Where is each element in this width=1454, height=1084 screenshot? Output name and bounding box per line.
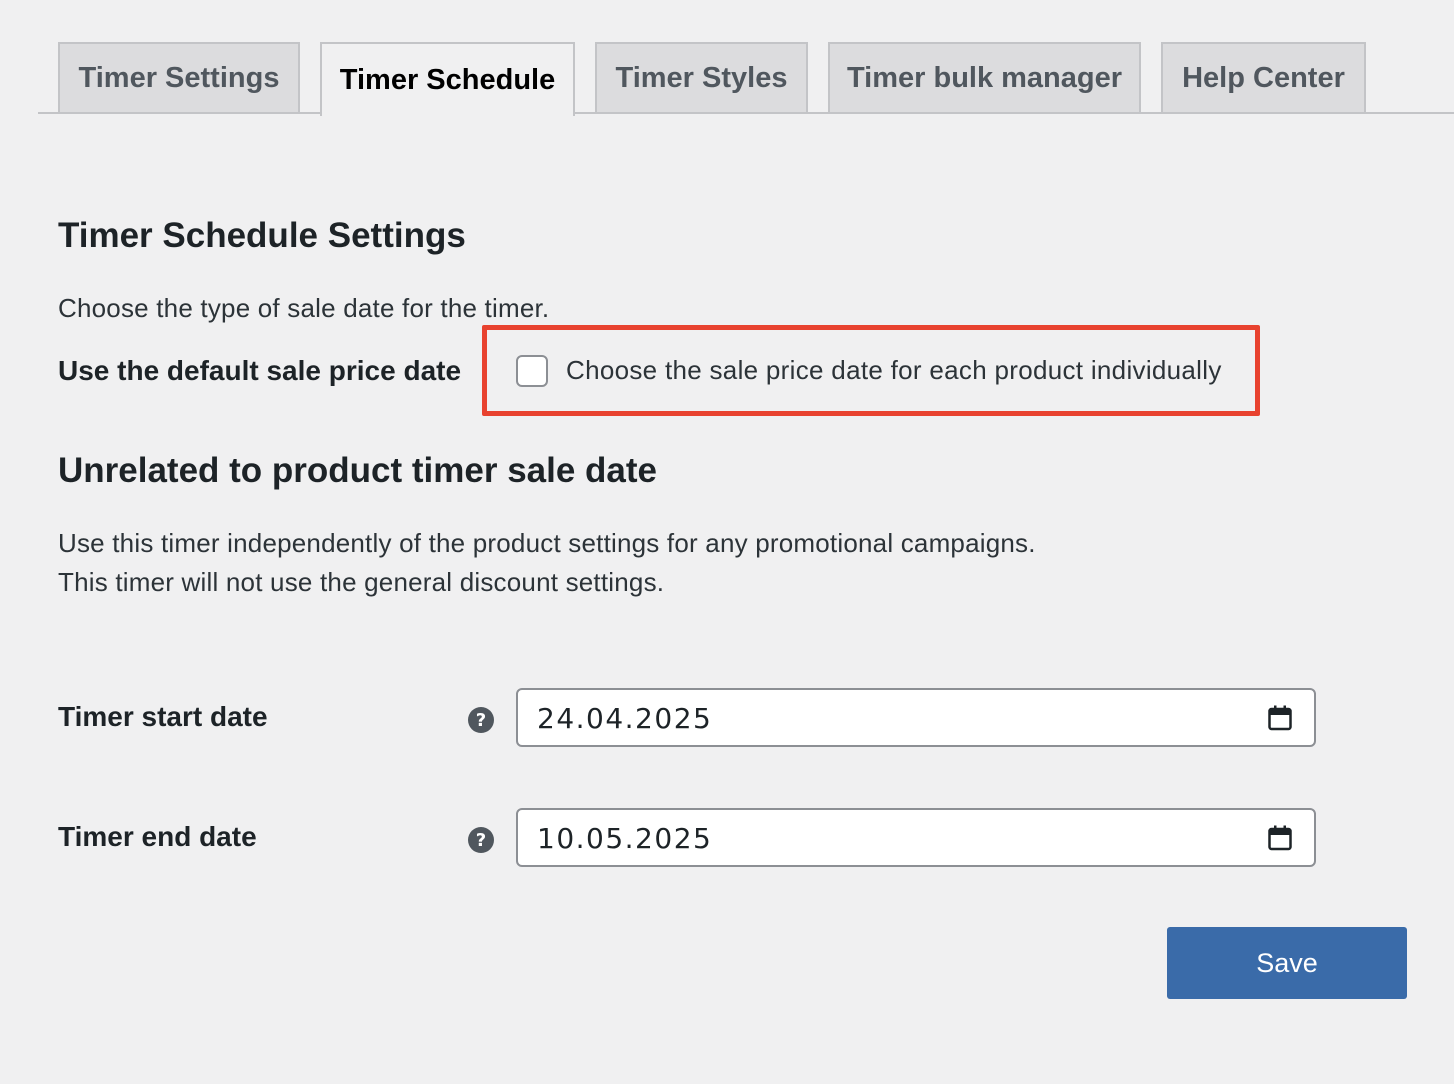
tab-timer-bulk-manager[interactable]: Timer bulk manager <box>828 42 1141 112</box>
tab-timer-styles[interactable]: Timer Styles <box>595 42 808 112</box>
schedule-description: Choose the type of sale date for the tim… <box>58 293 550 323</box>
schedule-settings-title: Timer Schedule Settings <box>58 216 466 255</box>
tab-timer-schedule[interactable]: Timer Schedule <box>320 42 575 116</box>
timer-start-date-label: Timer start date <box>58 701 268 732</box>
individual-sale-date-checkbox[interactable] <box>516 355 548 387</box>
timer-start-date-value: 24.04.2025 <box>537 702 713 735</box>
question-circle-icon[interactable]: ? <box>468 707 494 733</box>
calendar-icon[interactable] <box>1268 705 1292 731</box>
timer-end-date-label: Timer end date <box>58 821 257 852</box>
question-circle-icon[interactable]: ? <box>468 827 494 853</box>
unrelated-section-title: Unrelated to product timer sale date <box>58 451 658 490</box>
tab-help-center[interactable]: Help Center <box>1161 42 1366 112</box>
timer-start-date-input[interactable]: 24.04.2025 <box>516 688 1316 747</box>
timer-end-date-value: 10.05.2025 <box>537 822 713 855</box>
tab-timer-settings[interactable]: Timer Settings <box>58 42 300 112</box>
individual-sale-date-label[interactable]: Choose the sale price date for each prod… <box>566 355 1222 386</box>
timer-end-date-input[interactable]: 10.05.2025 <box>516 808 1316 867</box>
unrelated-description-line2: This timer will not use the general disc… <box>58 567 665 597</box>
default-sale-date-label: Use the default sale price date <box>58 355 462 386</box>
calendar-icon[interactable] <box>1268 825 1292 851</box>
tab-bar-divider <box>38 112 1454 114</box>
unrelated-description-line1: Use this timer independently of the prod… <box>58 528 1036 558</box>
save-button[interactable]: Save <box>1167 927 1407 999</box>
